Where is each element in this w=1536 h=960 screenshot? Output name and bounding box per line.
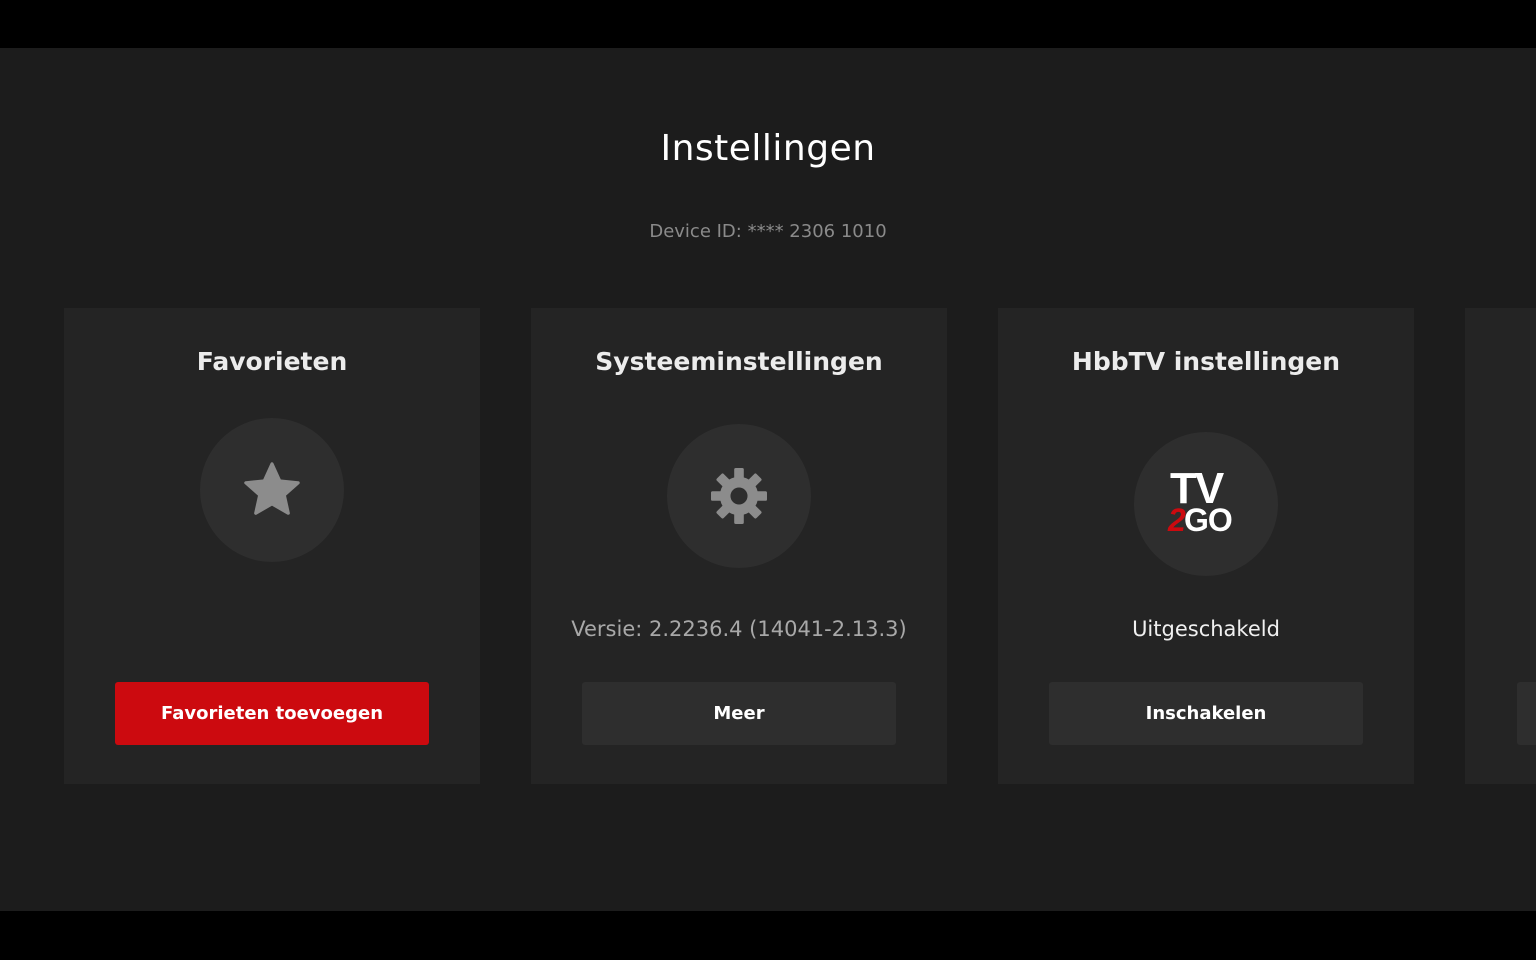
card-hbbtv-instellingen: HbbTV instellingen TV 2 GO Uitgeschakeld… (998, 308, 1414, 784)
letterbox-bottom (0, 911, 1536, 960)
star-icon (244, 462, 300, 515)
icon-circle: TV 2 GO (1134, 432, 1278, 576)
card-title: HbbTV instellingen (1071, 347, 1341, 376)
hbbtv-status: Uitgeschakeld (1132, 617, 1280, 641)
card-title: Favorieten (196, 347, 348, 376)
add-favorites-button[interactable]: Favorieten toevoegen (115, 682, 429, 745)
device-id: Device ID: **** 2306 1010 (649, 221, 887, 242)
letterbox-top (0, 0, 1536, 48)
settings-screen: Instellingen Device ID: **** 2306 1010 F… (0, 48, 1536, 911)
enable-button[interactable]: Inschakelen (1049, 682, 1363, 745)
card-systeeminstellingen: Systeeminstellingen Versie: 2.2236.4 (14… (531, 308, 947, 784)
gear-icon (711, 468, 767, 524)
card-title: Systeeminstellingen (595, 347, 883, 376)
icon-circle (200, 418, 344, 562)
tv2go-logo: TV 2 GO (1166, 467, 1246, 541)
icon-circle (667, 424, 811, 568)
card-partial[interactable] (1465, 308, 1536, 784)
version-text: Versie: 2.2236.4 (14041-2.13.3) (571, 617, 907, 641)
card-favorieten: Favorieten Favorieten toevoegen (64, 308, 480, 784)
page-title: Instellingen (660, 128, 876, 169)
logo-go-text: GO (1184, 502, 1233, 538)
more-button[interactable]: Meer (582, 682, 896, 745)
partial-card-button[interactable] (1517, 682, 1536, 745)
